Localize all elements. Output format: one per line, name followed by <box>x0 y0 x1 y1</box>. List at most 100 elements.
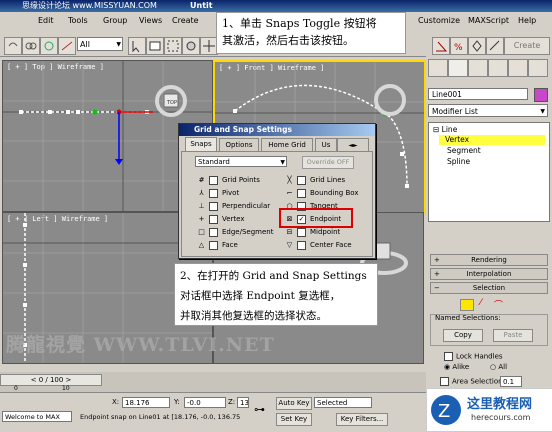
stack-line[interactable]: ⊟ Line <box>433 125 457 134</box>
maxscript-listener[interactable]: Welcome to MAX <box>2 411 72 422</box>
vertex-label: Vertex <box>222 215 245 223</box>
snap-bounding-box[interactable]: ⌐ Bounding Box <box>285 188 358 199</box>
time-slider[interactable]: < 0 / 100 > 0 10 <box>0 372 426 392</box>
select-object-icon[interactable] <box>128 37 146 55</box>
create-selection-set-button[interactable]: Create <box>504 37 550 55</box>
y-coordinate-field[interactable]: -0.0 <box>184 397 226 408</box>
menu-tools[interactable]: Tools <box>68 16 88 25</box>
command-panel: Line001 Modifier List ⊟ Line Vertex Segm… <box>426 56 552 372</box>
snap-vertex[interactable]: + Vertex <box>197 214 245 225</box>
face-icon: △ <box>198 241 205 249</box>
x-coordinate-field[interactable]: 18.176 <box>122 397 170 408</box>
area-selection-option[interactable]: Area Selection: <box>440 377 505 386</box>
pivot-checkbox[interactable] <box>209 188 218 198</box>
menu-edit[interactable]: Edit <box>38 16 54 25</box>
link-icon[interactable] <box>22 37 40 55</box>
spinner-snap-icon[interactable] <box>468 37 486 55</box>
override-button[interactable]: Override OFF <box>302 156 354 169</box>
stack-vertex: Vertex <box>445 135 470 144</box>
rollout-interpolation[interactable]: + Interpolation <box>430 268 548 280</box>
bounding-box-label: Bounding Box <box>310 189 359 197</box>
stack-spline[interactable]: Spline <box>447 157 470 166</box>
midpoint-checkbox[interactable] <box>297 227 306 237</box>
unlink-icon[interactable] <box>40 37 58 55</box>
modify-tab-icon[interactable] <box>448 59 468 77</box>
percent-snap-icon[interactable]: % <box>450 37 468 55</box>
hierarchy-tab-icon[interactable] <box>468 59 488 77</box>
undo-icon[interactable] <box>4 37 22 55</box>
snap-edge-segment[interactable]: □ Edge/Segment <box>197 227 273 238</box>
bind-spacewarp-icon[interactable] <box>58 37 76 55</box>
snap-grid-points[interactable]: # Grid Points <box>197 175 260 186</box>
selection-filter-dropdown[interactable]: All <box>77 37 123 52</box>
segment-level-icon[interactable]: ⁄ <box>480 298 482 308</box>
menu-help[interactable]: Help <box>518 16 536 25</box>
face-checkbox[interactable] <box>209 240 218 250</box>
object-name-field[interactable]: Line001 <box>428 88 528 100</box>
selected-dropdown[interactable]: Selected <box>314 397 372 408</box>
key-icon[interactable]: ⊶ <box>254 403 265 416</box>
window-crossing-icon[interactable] <box>182 37 200 55</box>
tab-home-grid[interactable]: Home Grid <box>261 138 313 152</box>
rect-selection-icon[interactable] <box>164 37 182 55</box>
tab-options[interactable]: Options <box>219 138 259 152</box>
snap-center-face[interactable]: ▽ Center Face <box>285 240 352 251</box>
menu-views[interactable]: Views <box>139 16 162 25</box>
motion-tab-icon[interactable] <box>488 59 508 77</box>
alike-radio[interactable]: ◉ Alike <box>444 363 469 371</box>
snap-pivot[interactable]: ⅄ Pivot <box>197 188 239 199</box>
rollout-rendering[interactable]: + Rendering <box>430 254 548 266</box>
vertex-level-icon[interactable] <box>460 299 474 311</box>
menu-maxscript[interactable]: MAXScript <box>468 16 509 25</box>
angle-snap-icon[interactable] <box>432 37 450 55</box>
snap-preset-dropdown[interactable]: Standard <box>195 156 287 168</box>
tab-snaps[interactable]: Snaps <box>185 137 217 152</box>
perpendicular-label: Perpendicular <box>222 202 271 210</box>
modifier-stack[interactable]: ⊟ Line Vertex Segment Spline <box>428 122 550 222</box>
utilities-tab-icon[interactable] <box>528 59 548 77</box>
menu-create[interactable]: Create <box>172 16 199 25</box>
object-color-swatch[interactable] <box>534 88 548 102</box>
grid-points-checkbox[interactable] <box>209 175 218 185</box>
snap-midpoint[interactable]: ⊟ Midpoint <box>285 227 340 238</box>
snap-perpendicular[interactable]: ⊥ Perpendicular <box>197 201 270 212</box>
copy-button[interactable]: Copy <box>443 329 483 342</box>
vertex-icon: + <box>198 215 205 223</box>
stack-vertex-row[interactable]: Vertex <box>439 135 545 145</box>
callout2-line2: 对话框中选择 Endpoint 复选框， <box>180 290 341 302</box>
perpendicular-checkbox[interactable] <box>209 201 218 211</box>
spline-level-icon[interactable]: ⌒ <box>494 298 503 311</box>
area-selection-value[interactable]: 0.1 <box>500 376 522 387</box>
svg-text:%: % <box>454 43 463 53</box>
midpoint-label: Midpoint <box>310 228 341 236</box>
dialog-titlebar[interactable]: Grid and Snap Settings <box>179 124 375 136</box>
site-logo: Z 这里教程网 herecours.com <box>426 388 552 432</box>
all-radio[interactable]: ○ All <box>490 363 507 371</box>
snap-face[interactable]: △ Face <box>197 240 238 251</box>
logo-emblem-icon: Z <box>431 395 461 425</box>
snap-grid-lines[interactable]: ╳ Grid Lines <box>285 175 345 186</box>
menu-customize[interactable]: Customize <box>418 16 460 25</box>
tab-user-grids[interactable]: Us <box>315 138 337 152</box>
z-coordinate-field[interactable]: 136.75 <box>237 397 249 408</box>
lock-handles-option[interactable]: Lock Handles <box>444 352 503 361</box>
select-by-name-icon[interactable] <box>146 37 164 55</box>
edit-named-selection-icon[interactable] <box>486 37 504 55</box>
set-key-button[interactable]: Set Key <box>276 413 312 426</box>
edge-checkbox[interactable] <box>209 227 218 237</box>
display-tab-icon[interactable] <box>508 59 528 77</box>
modifier-list-dropdown[interactable]: Modifier List <box>428 104 548 118</box>
key-filters-button[interactable]: Key Filters... <box>336 413 388 426</box>
stack-segment[interactable]: Segment <box>447 146 481 155</box>
menu-group[interactable]: Group <box>103 16 127 25</box>
rendering-label: Rendering <box>471 256 507 264</box>
create-tab-icon[interactable] <box>428 59 448 77</box>
paste-button[interactable]: Paste <box>493 329 533 342</box>
auto-key-button[interactable]: Auto Key <box>276 397 312 410</box>
center-face-checkbox[interactable] <box>297 240 306 250</box>
tab-scroll-arrows[interactable]: ◄► <box>337 138 369 152</box>
grid-lines-checkbox[interactable] <box>297 175 306 185</box>
vertex-checkbox[interactable] <box>209 214 218 224</box>
bounding-box-checkbox[interactable] <box>297 188 306 198</box>
rollout-selection[interactable]: − Selection <box>430 282 548 294</box>
